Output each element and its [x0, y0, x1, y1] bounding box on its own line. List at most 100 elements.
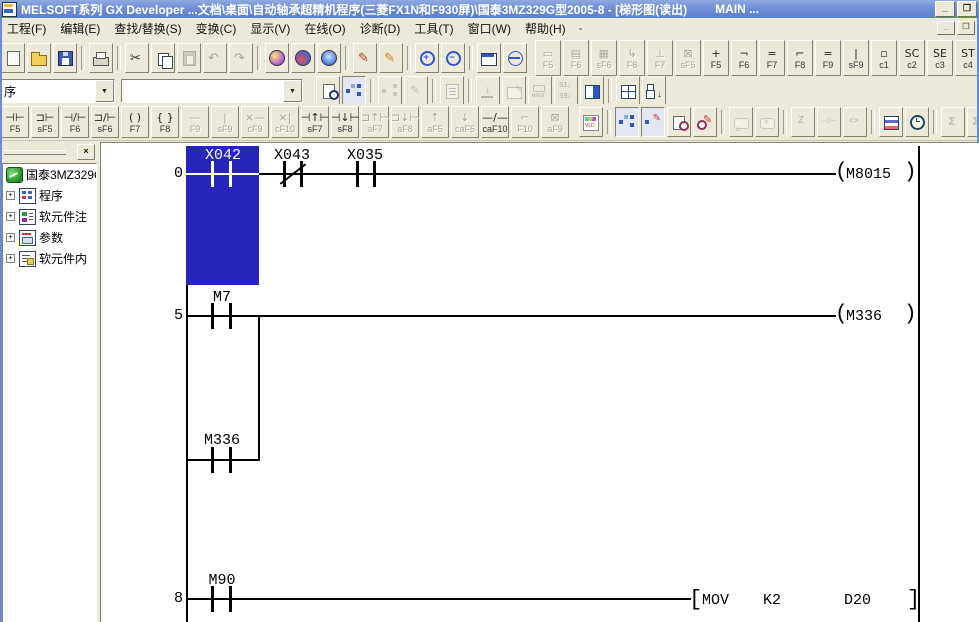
device-search-edit-button[interactable]: [693, 107, 717, 137]
device-fork-button: [378, 76, 402, 106]
grid-color-button[interactable]: [879, 107, 903, 137]
new-button[interactable]: [1, 43, 25, 73]
tree-item-comment[interactable]: +软元件注: [3, 206, 96, 227]
down-button: ↓caF5: [451, 106, 479, 138]
grid-color-icon: [884, 116, 899, 130]
grid-icon: [621, 85, 636, 99]
cut-button[interactable]: [125, 43, 149, 73]
copy-button[interactable]: [151, 43, 175, 73]
application-instr-button[interactable]: { }F8: [151, 106, 179, 138]
tree-display-button[interactable]: [615, 107, 639, 137]
monitor-write-button[interactable]: [379, 43, 403, 73]
invert-result-button[interactable]: —/—caF10: [481, 106, 509, 138]
time-search-button[interactable]: [905, 107, 929, 137]
line-edit4-button[interactable]: =F9: [815, 40, 841, 76]
grid-fill-button[interactable]: [580, 76, 604, 106]
close-icon[interactable]: ×: [77, 144, 95, 160]
menu-tools[interactable]: 工具(T): [407, 18, 460, 39]
program-combo[interactable]: ▼: [0, 79, 115, 103]
line-edit3-button[interactable]: ⌐F8: [787, 40, 813, 76]
restore-button[interactable]: ❐: [957, 1, 977, 17]
ladder-cursor[interactable]: X042: [186, 146, 259, 285]
tree-root-item[interactable]: 国泰3MZ329G: [3, 164, 96, 185]
insert-row-button[interactable]: +F5: [703, 40, 729, 76]
rule-branch-button-symbol: ↳: [627, 47, 636, 60]
device-combo[interactable]: ▼: [121, 79, 303, 103]
expand-plus-icon[interactable]: +: [6, 212, 15, 221]
write-mode-button[interactable]: [353, 43, 377, 73]
menu-find-replace[interactable]: 查找/替换(S): [107, 18, 188, 39]
or-closed-contact-button[interactable]: ⊐/⊢sF6: [91, 106, 119, 138]
menu-edit[interactable]: 编辑(E): [53, 18, 107, 39]
open-button[interactable]: [27, 43, 51, 73]
vline-button-label: sF9: [217, 124, 232, 134]
vld-button[interactable]: [579, 107, 603, 137]
grid-down-button[interactable]: [642, 76, 666, 106]
line-edit1-button[interactable]: ¬F6: [731, 40, 757, 76]
active-document-title: MAIN ...: [715, 2, 759, 16]
coil-button[interactable]: ( )F7: [121, 106, 149, 138]
doc-lines-icon: [446, 84, 459, 99]
menu-window[interactable]: 窗口(W): [461, 18, 518, 39]
project-data-list-button[interactable]: [342, 76, 366, 106]
menu-diagnostics[interactable]: 诊断(D): [353, 18, 408, 39]
ladder-monitor-button[interactable]: [265, 43, 289, 73]
contact-bar: [211, 447, 214, 473]
expand-plus-icon[interactable]: +: [6, 254, 15, 263]
read-mode-button[interactable]: [317, 43, 341, 73]
comment-search-button[interactable]: [316, 76, 340, 106]
device-test-button[interactable]: ▫c1: [871, 40, 897, 76]
menu-help[interactable]: 帮助(H): [518, 18, 573, 39]
or-open-contact-button[interactable]: ⊐⊢sF5: [31, 106, 59, 138]
falling-pulse-button[interactable]: ⊣↓⊢sF8: [331, 106, 359, 138]
ladder-editor[interactable]: 0 X042 X043 X035 ( M8015 ) 5 M7 ( M336 )…: [100, 142, 979, 622]
minimize-button[interactable]: _: [935, 1, 955, 17]
line-edit4-button-label: F9: [823, 60, 834, 70]
grid-button[interactable]: [616, 76, 640, 106]
se-button[interactable]: SEc3: [927, 40, 953, 76]
monitor-mode-button[interactable]: [291, 43, 315, 73]
cursor-wire: [186, 173, 259, 175]
device-combo-dropdown[interactable]: ▼: [283, 80, 302, 102]
menu-view[interactable]: 显示(V): [243, 18, 297, 39]
menu-online[interactable]: 在线(O): [297, 18, 352, 39]
tree-panel-header: ×: [2, 142, 98, 162]
contact-bar: [229, 161, 232, 187]
expand-plus-icon[interactable]: +: [6, 233, 15, 242]
contact-label-x043: X043: [274, 147, 310, 164]
save-button[interactable]: [53, 43, 77, 73]
open-contact-button[interactable]: ⊣⊢F5: [1, 106, 29, 138]
zoom-in-button[interactable]: [415, 43, 439, 73]
sc-button[interactable]: SCc2: [899, 40, 925, 76]
rising-pulse-button[interactable]: ⊣↑⊢sF7: [301, 106, 329, 138]
zoom-out-button[interactable]: [441, 43, 465, 73]
child-restore-button[interactable]: ❐: [957, 21, 975, 35]
tree-item-param[interactable]: +参数: [3, 227, 96, 248]
expand-plus-icon[interactable]: +: [6, 191, 15, 200]
line-edit2-button-symbol: =: [767, 47, 776, 60]
program-combo-dropdown[interactable]: ▼: [95, 80, 114, 102]
line-edit5-button[interactable]: |sF9: [843, 40, 869, 76]
rule-write-button-label: F5: [543, 60, 554, 70]
tree-item-prog[interactable]: +程序: [3, 185, 96, 206]
program-combo-input[interactable]: [1, 80, 95, 102]
print-button[interactable]: [89, 43, 113, 73]
contact-bar: [211, 586, 214, 612]
menu-convert[interactable]: 变换(C): [189, 18, 244, 39]
tree-edit-button[interactable]: [641, 107, 665, 137]
child-minimize-button[interactable]: _: [937, 21, 955, 35]
st-button[interactable]: STc4: [955, 40, 979, 76]
comm-setup-button[interactable]: [503, 43, 527, 73]
closed-contact-button[interactable]: ⊣/⊢F6: [61, 106, 89, 138]
application-instr-button-label: F8: [160, 124, 171, 134]
tree-panel-grip[interactable]: [4, 150, 66, 155]
toolbar-separator: [469, 46, 473, 70]
window-button[interactable]: [477, 43, 501, 73]
error-jump-icon: [532, 83, 548, 99]
contact-bar: [373, 161, 376, 187]
device-search-button[interactable]: [667, 107, 691, 137]
menu-project[interactable]: 工程(F): [0, 18, 53, 39]
device-combo-input[interactable]: [122, 80, 283, 102]
line-edit2-button[interactable]: =F7: [759, 40, 785, 76]
tree-item-devmem[interactable]: +软元件内: [3, 248, 96, 269]
